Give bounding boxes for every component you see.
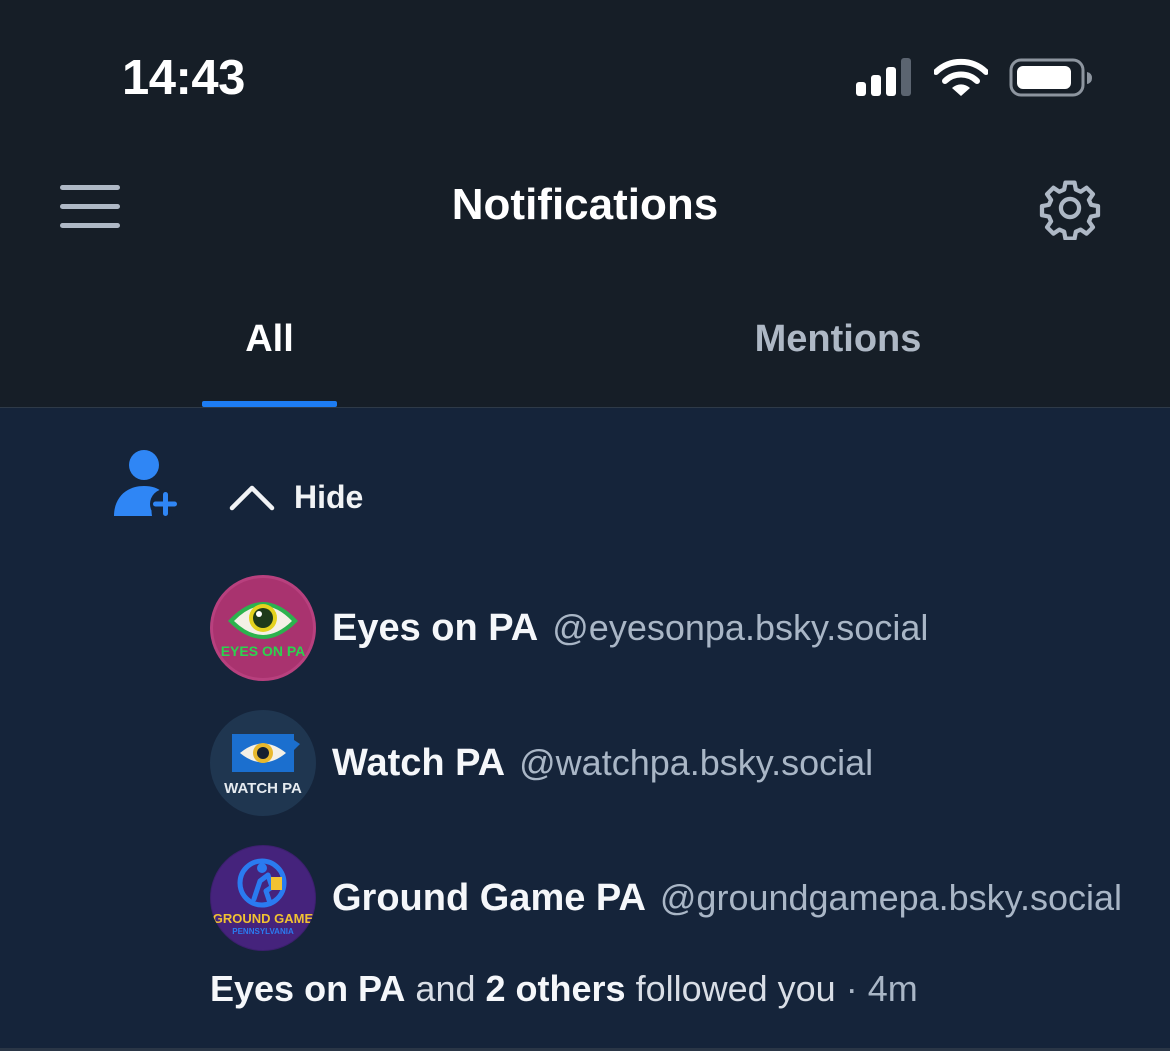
notification-summary: Eyes on PA and 2 others followed you · 4… xyxy=(210,968,918,1010)
follower-name: Watch PA xyxy=(332,741,506,784)
summary-first-name[interactable]: Eyes on PA xyxy=(210,968,405,1009)
hide-followers-button[interactable]: Hide xyxy=(228,470,363,524)
tab-all[interactable]: All xyxy=(202,318,337,361)
summary-action: followed you xyxy=(635,968,836,1009)
page-title: Notifications xyxy=(451,180,719,229)
follower-name: Ground Game PA xyxy=(332,876,646,919)
battery-icon xyxy=(1009,58,1092,97)
wifi-icon xyxy=(934,58,988,96)
follower-row[interactable]: WATCH PA Watch PA @watchpa.bsky.social xyxy=(210,710,1140,816)
follower-row[interactable]: GROUND GAME PENNSYLVANIA Ground Game PA … xyxy=(210,845,1140,951)
chevron-up-icon xyxy=(229,485,275,511)
avatar: EYES ON PA xyxy=(210,575,316,681)
cellular-signal-icon xyxy=(856,58,911,96)
summary-and: and xyxy=(415,968,476,1009)
avatar: GROUND GAME PENNSYLVANIA xyxy=(210,845,316,951)
svg-text:EYES ON PA: EYES ON PA xyxy=(221,643,306,659)
svg-text:PENNSYLVANIA: PENNSYLVANIA xyxy=(232,927,294,936)
follower-handle: @eyesonpa.bsky.social xyxy=(552,607,929,648)
summary-others[interactable]: 2 others xyxy=(486,968,626,1009)
svg-text:WATCH PA: WATCH PA xyxy=(224,780,302,797)
summary-time: 4m xyxy=(867,968,918,1009)
follower-name: Eyes on PA xyxy=(332,606,539,649)
follower-row[interactable]: EYES ON PA Eyes on PA @eyesonpa.bsky.soc… xyxy=(210,575,1140,681)
tab-mentions[interactable]: Mentions xyxy=(700,318,976,361)
gear-icon xyxy=(1039,180,1101,241)
person-plus-icon xyxy=(114,450,180,519)
follower-handle: @watchpa.bsky.social xyxy=(519,742,874,783)
hide-label: Hide xyxy=(294,478,364,515)
follower-handle: @groundgamepa.bsky.social xyxy=(659,877,1123,918)
svg-text:GROUND GAME: GROUND GAME xyxy=(213,911,314,926)
status-time: 14:43 xyxy=(122,51,245,105)
settings-button[interactable] xyxy=(1038,176,1102,241)
summary-separator: · xyxy=(845,968,858,1009)
avatar: WATCH PA xyxy=(210,710,316,816)
